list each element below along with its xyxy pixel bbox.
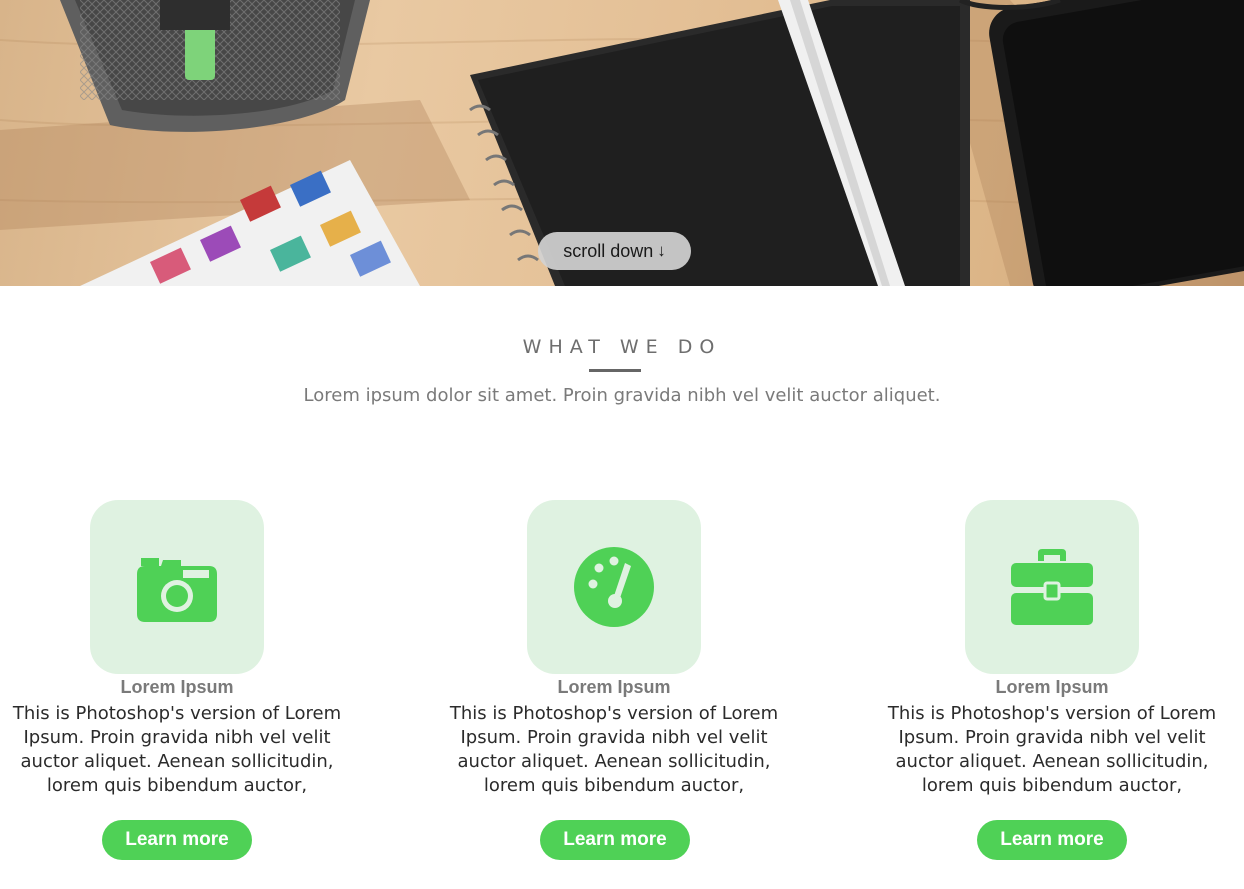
service-card-2: Lorem Ipsum This is Photoshop's version … — [434, 500, 794, 860]
card-title: Lorem Ipsum — [995, 677, 1109, 697]
card-description: This is Photoshop's version of Lorem Ips… — [449, 703, 779, 796]
camera-icon-box — [90, 500, 264, 674]
service-card-3: Lorem Ipsum This is Photoshop's version … — [872, 500, 1232, 860]
card-title: Lorem Ipsum — [120, 677, 234, 697]
briefcase-icon-box — [965, 500, 1139, 674]
scroll-down-label: scroll down — [563, 240, 654, 261]
hero-banner: scroll down ↓ — [0, 0, 1244, 286]
camera-icon — [137, 558, 217, 622]
learn-more-button[interactable]: Learn more — [977, 820, 1127, 860]
card-title: Lorem Ipsum — [557, 677, 671, 697]
scroll-down-button[interactable]: scroll down ↓ — [538, 232, 691, 270]
service-card-1: Lorem Ipsum This is Photoshop's version … — [0, 500, 357, 860]
learn-more-button[interactable]: Learn more — [540, 820, 690, 860]
card-description: This is Photoshop's version of Lorem Ips… — [12, 703, 342, 796]
arrow-down-icon: ↓ — [657, 241, 666, 260]
briefcase-icon — [1011, 549, 1093, 625]
section-title: WHAT WE DO — [522, 336, 722, 358]
learn-more-button[interactable]: Learn more — [102, 820, 252, 860]
card-description: This is Photoshop's version of Lorem Ips… — [887, 703, 1217, 796]
title-underline — [589, 369, 641, 372]
dashboard-icon-box — [527, 500, 701, 674]
dashboard-icon — [574, 547, 654, 627]
section-subtitle: Lorem ipsum dolor sit amet. Proin gravid… — [303, 385, 941, 406]
